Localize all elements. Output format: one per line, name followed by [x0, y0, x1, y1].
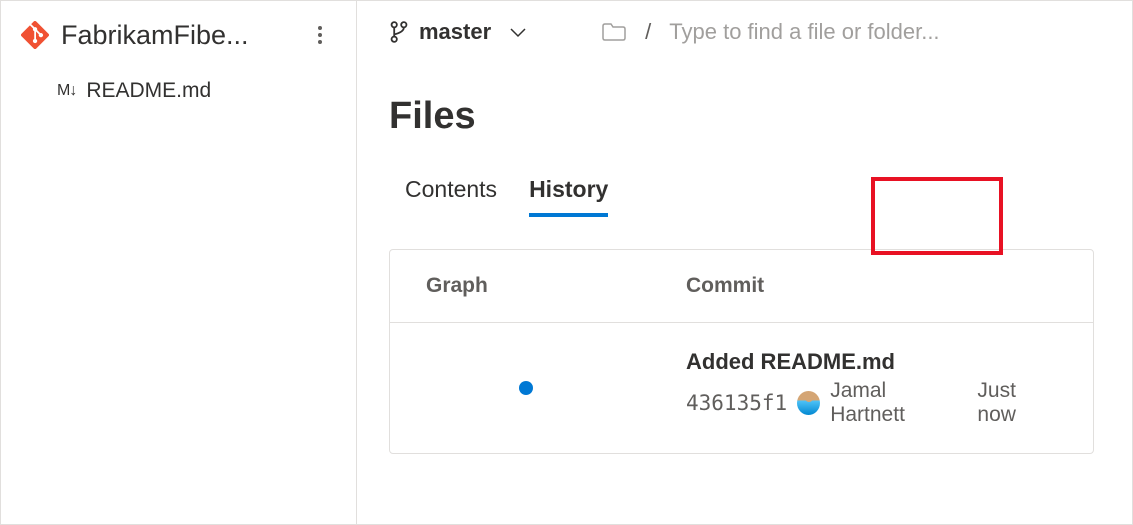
history-panel: Graph Commit Added README.md 436135f1 Ja… — [389, 249, 1094, 454]
column-header-commit: Commit — [686, 274, 764, 298]
path-search-input[interactable] — [669, 19, 1100, 45]
commit-row[interactable]: Added README.md 436135f1 Jamal Hartnett … — [390, 323, 1093, 453]
chevron-down-icon — [509, 26, 527, 38]
commit-author[interactable]: Jamal Hartnett — [830, 379, 961, 427]
repo-name[interactable]: FabrikamFibe... — [61, 20, 292, 51]
branch-selector[interactable]: master — [389, 19, 527, 45]
more-icon — [318, 26, 322, 44]
repo-header: FabrikamFibe... — [1, 19, 356, 71]
commit-time: Just now — [977, 379, 1057, 427]
branch-name: master — [419, 19, 491, 45]
page-title: Files — [389, 95, 1100, 138]
sidebar: FabrikamFibe... M↓ README.md — [1, 1, 357, 524]
graph-dot — [519, 381, 533, 395]
graph-cell — [426, 381, 686, 395]
tab-history[interactable]: History — [513, 168, 624, 211]
tab-contents[interactable]: Contents — [389, 168, 513, 211]
branch-icon — [389, 20, 409, 44]
main-content: master / Files Contents History Graph Co… — [357, 1, 1132, 524]
avatar[interactable] — [797, 391, 820, 415]
folder-icon[interactable] — [601, 21, 627, 43]
more-button[interactable] — [304, 19, 336, 51]
top-bar: master / — [389, 19, 1100, 45]
file-tree-item[interactable]: M↓ README.md — [1, 71, 356, 111]
tabs: Contents History — [389, 168, 1100, 211]
git-icon — [21, 21, 49, 49]
path-separator: / — [645, 19, 651, 45]
file-name: README.md — [86, 79, 211, 103]
column-header-graph: Graph — [426, 274, 686, 298]
markdown-icon: M↓ — [57, 82, 76, 100]
commit-hash[interactable]: 436135f1 — [686, 391, 787, 415]
commit-message[interactable]: Added README.md — [686, 349, 1057, 375]
history-table-header: Graph Commit — [390, 250, 1093, 323]
commit-cell: Added README.md 436135f1 Jamal Hartnett … — [686, 349, 1057, 427]
commit-meta: 436135f1 Jamal Hartnett Just now — [686, 379, 1057, 427]
